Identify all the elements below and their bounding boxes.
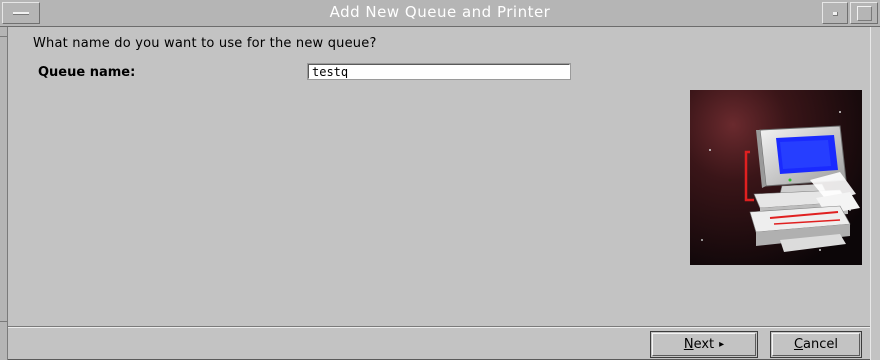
minimize-button[interactable] <box>822 2 848 24</box>
arrow-right-icon: ▸ <box>719 339 725 350</box>
dialog-window: Add New Queue and Printer What name do y… <box>0 0 880 360</box>
frame-resize-handle-top[interactable] <box>0 27 8 37</box>
queue-name-input[interactable] <box>307 63 571 80</box>
window-left-frame[interactable] <box>0 27 8 360</box>
next-button[interactable]: Next ▸ <box>650 331 758 358</box>
maximize-button[interactable] <box>850 2 878 24</box>
computer-printer-illustration <box>690 90 862 265</box>
cancel-button-label: Cancel <box>794 337 838 352</box>
maximize-icon <box>857 6 872 21</box>
next-button-label: Next <box>684 337 714 352</box>
frame-resize-handle-bottom[interactable] <box>0 321 8 322</box>
cancel-mnemonic: C <box>793 337 804 352</box>
window-title: Add New Queue and Printer <box>329 3 551 21</box>
computer-printer-icon <box>690 90 862 265</box>
button-area-divider <box>8 326 870 328</box>
window-right-frame[interactable] <box>870 27 880 360</box>
next-mnemonic: N <box>683 337 694 352</box>
cancel-button[interactable]: Cancel <box>770 331 862 358</box>
next-label-rest: ext <box>693 337 715 352</box>
queue-name-label: Queue name: <box>38 65 136 80</box>
minimize-icon <box>833 12 838 16</box>
cancel-label-rest: ancel <box>803 337 839 352</box>
title-bar[interactable]: Add New Queue and Printer <box>0 0 880 27</box>
queue-name-prompt: What name do you want to use for the new… <box>33 36 377 51</box>
